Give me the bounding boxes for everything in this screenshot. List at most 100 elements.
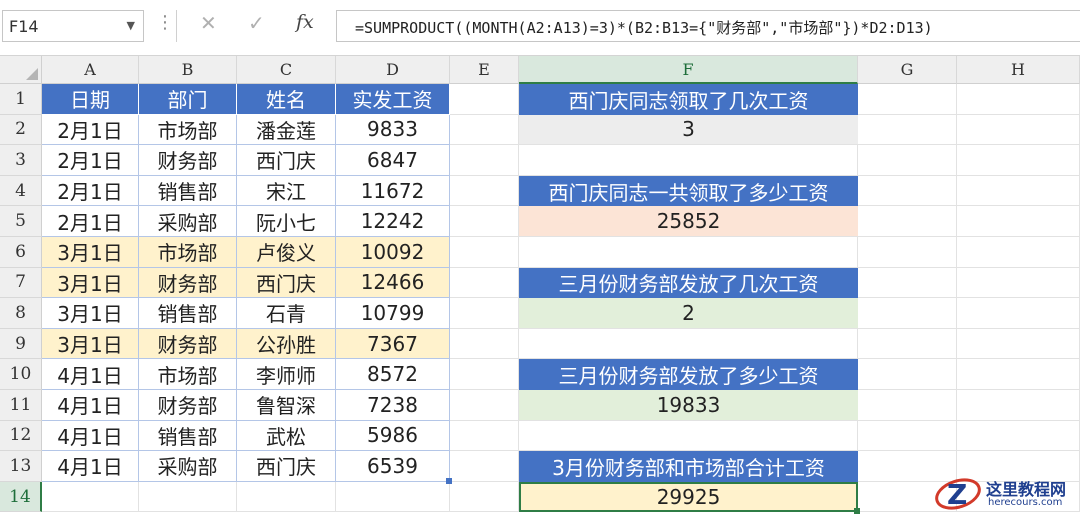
grid-cell[interactable] — [858, 206, 957, 237]
grid-cell[interactable] — [858, 114, 957, 146]
row-header[interactable]: 13 — [0, 451, 42, 482]
grid-cell[interactable] — [858, 175, 957, 207]
table-cell[interactable]: 采购部 — [139, 206, 237, 237]
grid-cell[interactable] — [450, 145, 519, 176]
grid-cell[interactable] — [450, 481, 519, 513]
table-cell[interactable]: 12466 — [336, 267, 450, 299]
table-cell[interactable]: 宋江 — [237, 175, 336, 207]
table-cell[interactable]: 2月1日 — [42, 206, 139, 237]
grid-cell[interactable] — [450, 84, 519, 115]
grid-cell[interactable] — [957, 175, 1080, 207]
grid-cell[interactable] — [450, 114, 519, 146]
active-cell-fill-handle[interactable] — [854, 508, 860, 515]
answer-cell[interactable]: 25852 — [519, 206, 858, 237]
answer-cell[interactable]: 19833 — [519, 390, 858, 421]
grid-cell[interactable] — [858, 420, 957, 452]
table-cell[interactable]: 6539 — [336, 451, 450, 482]
grid-cell[interactable] — [519, 237, 858, 268]
more-options-icon[interactable]: ⋮ — [156, 14, 174, 32]
table-cell[interactable]: 2月1日 — [42, 175, 139, 207]
table-cell[interactable]: 7367 — [336, 328, 450, 360]
grid-cell[interactable] — [858, 237, 957, 268]
table-cell[interactable]: 鲁智深 — [237, 390, 336, 421]
grid-cell[interactable] — [957, 420, 1080, 452]
grid-cell[interactable] — [450, 206, 519, 237]
table-header-cell[interactable]: 实发工资 — [336, 84, 450, 115]
table-cell[interactable]: 财务部 — [139, 145, 237, 176]
grid-cell[interactable] — [450, 359, 519, 390]
table-cell[interactable]: 市场部 — [139, 237, 237, 268]
table-cell[interactable]: 9833 — [336, 114, 450, 146]
table-cell[interactable]: 11672 — [336, 175, 450, 207]
column-header[interactable]: B — [139, 56, 237, 84]
grid-cell[interactable] — [858, 267, 957, 299]
table-cell[interactable]: 4月1日 — [42, 420, 139, 452]
table-cell[interactable]: 8572 — [336, 359, 450, 390]
column-header[interactable]: A — [42, 56, 139, 84]
grid-cell[interactable] — [450, 267, 519, 299]
row-header[interactable]: 5 — [0, 206, 42, 237]
grid-cell[interactable] — [957, 206, 1080, 237]
table-cell[interactable]: 卢俊义 — [237, 237, 336, 268]
select-all-corner[interactable] — [0, 56, 42, 84]
table-cell[interactable]: 销售部 — [139, 175, 237, 207]
formula-input[interactable]: =SUMPRODUCT((MONTH(A2:A13)=3)*(B2:B13={"… — [336, 10, 1080, 42]
grid-cell[interactable] — [957, 114, 1080, 146]
table-cell[interactable]: 5986 — [336, 420, 450, 452]
grid-cell[interactable] — [237, 481, 336, 513]
table-cell[interactable]: 财务部 — [139, 390, 237, 421]
table-cell[interactable]: 4月1日 — [42, 390, 139, 421]
grid-cell[interactable] — [450, 298, 519, 329]
table-header-cell[interactable]: 日期 — [42, 84, 139, 115]
column-header[interactable]: D — [336, 56, 450, 84]
table-cell[interactable]: 2月1日 — [42, 114, 139, 146]
grid-cell[interactable] — [519, 328, 858, 360]
column-header[interactable]: F — [519, 56, 858, 84]
table-cell[interactable]: 市场部 — [139, 114, 237, 146]
row-header[interactable]: 12 — [0, 420, 42, 452]
table-cell[interactable]: 市场部 — [139, 359, 237, 390]
table-cell[interactable]: 武松 — [237, 420, 336, 452]
table-header-cell[interactable]: 姓名 — [237, 84, 336, 115]
table-cell[interactable]: 西门庆 — [237, 267, 336, 299]
table-cell[interactable]: 2月1日 — [42, 145, 139, 176]
enter-check-icon[interactable]: ✓ — [248, 13, 265, 33]
grid-cell[interactable] — [858, 328, 957, 360]
table-cell[interactable]: 公孙胜 — [237, 328, 336, 360]
table-cell[interactable]: 西门庆 — [237, 145, 336, 176]
column-header[interactable]: G — [858, 56, 957, 84]
table-cell[interactable]: 财务部 — [139, 267, 237, 299]
table-cell[interactable]: 3月1日 — [42, 328, 139, 360]
table-cell[interactable]: 10092 — [336, 237, 450, 268]
grid-cell[interactable] — [450, 451, 519, 482]
grid-cell[interactable] — [858, 390, 957, 421]
table-cell[interactable]: 李师师 — [237, 359, 336, 390]
table-cell[interactable]: 10799 — [336, 298, 450, 329]
grid-cell[interactable] — [139, 481, 237, 513]
column-header[interactable]: H — [957, 56, 1080, 84]
grid-cell[interactable] — [957, 390, 1080, 421]
row-header[interactable]: 9 — [0, 328, 42, 360]
question-cell[interactable]: 3月份财务部和市场部合计工资 — [519, 451, 858, 482]
row-header[interactable]: 2 — [0, 114, 42, 146]
row-header[interactable]: 7 — [0, 267, 42, 299]
table-cell[interactable]: 3月1日 — [42, 237, 139, 268]
table-cell[interactable]: 7238 — [336, 390, 450, 421]
grid-cell[interactable] — [957, 267, 1080, 299]
row-header[interactable]: 8 — [0, 298, 42, 329]
grid-cell[interactable] — [450, 328, 519, 360]
table-cell[interactable]: 销售部 — [139, 420, 237, 452]
row-header[interactable]: 6 — [0, 237, 42, 268]
grid-cell[interactable] — [336, 481, 450, 513]
insert-function-icon[interactable]: fx — [296, 13, 314, 32]
row-header[interactable]: 4 — [0, 175, 42, 207]
grid-cell[interactable] — [450, 390, 519, 421]
chevron-down-icon[interactable]: ▼ — [127, 19, 135, 32]
grid-cell[interactable] — [42, 481, 139, 513]
grid-cell[interactable] — [858, 84, 957, 115]
column-header[interactable]: C — [237, 56, 336, 84]
grid-cell[interactable] — [450, 420, 519, 452]
row-header[interactable]: 11 — [0, 390, 42, 421]
table-cell[interactable]: 采购部 — [139, 451, 237, 482]
question-cell[interactable]: 三月份财务部发放了几次工资 — [519, 267, 858, 299]
